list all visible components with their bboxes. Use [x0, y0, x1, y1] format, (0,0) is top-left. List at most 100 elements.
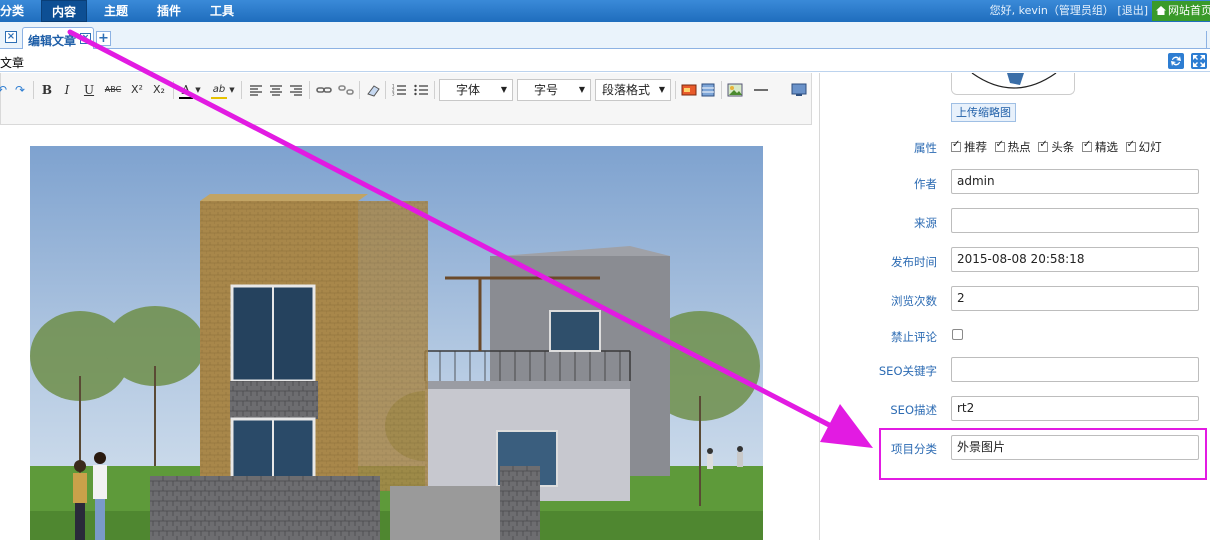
attributes-checkboxes: 推荐 热点 头条 精选 幻灯 — [951, 139, 1166, 155]
chevron-down-icon: ▼ — [578, 85, 585, 94]
publish-time-label: 发布时间 — [891, 255, 937, 269]
user-greeting-text: 您好, kevin（管理员组） — [989, 4, 1114, 17]
attr-headline-checkbox[interactable] — [1038, 139, 1049, 152]
attributes-label: 属性 — [914, 141, 937, 155]
highlight-button[interactable]: ab — [211, 81, 227, 99]
tabstrip-edge — [1206, 31, 1210, 49]
highlight-dropdown-icon[interactable]: ▼ — [229, 81, 235, 99]
toolbar-divider — [241, 81, 242, 99]
author-field[interactable]: admin — [951, 169, 1199, 194]
nav-item-theme[interactable]: 主题 — [104, 0, 128, 22]
thumbnail-image — [952, 73, 1074, 94]
editor-toolbar: ↶ ↷ B I U ABC X² X₂ A ▼ ab ▼ 123 字体 ▼ 字号 ▼ — [0, 73, 812, 125]
site-home-link[interactable]: 网站首页 — [1152, 1, 1210, 21]
svg-text:3: 3 — [392, 92, 395, 97]
toolbar-divider — [385, 81, 386, 99]
page-title: 文章 — [0, 56, 25, 70]
insert-picture-icon[interactable] — [727, 81, 743, 99]
toolbar-divider — [359, 81, 360, 99]
strikethrough-button[interactable]: ABC — [103, 81, 123, 99]
link-icon[interactable] — [316, 81, 332, 99]
preview-icon[interactable] — [791, 81, 807, 99]
seo-keywords-field[interactable] — [951, 357, 1199, 382]
nav-item-content[interactable]: 内容 — [41, 0, 88, 22]
article-properties-panel: 上传缩略图 属性 推荐 热点 头条 精选 幻灯 作者 admin 来源 发布时间… — [821, 73, 1210, 540]
author-label: 作者 — [914, 177, 937, 191]
font-size-select[interactable]: 字号 ▼ — [517, 79, 591, 101]
attr-hot-label: 热点 — [1007, 140, 1031, 154]
nav-item-category[interactable]: 分类 — [0, 0, 24, 22]
disable-comment-label: 禁止评论 — [891, 330, 937, 344]
fullscreen-icon[interactable] — [1191, 53, 1207, 69]
redo-icon[interactable]: ↷ — [14, 81, 26, 99]
superscript-button[interactable]: X² — [129, 81, 145, 99]
font-family-select[interactable]: 字体 ▼ — [439, 79, 513, 101]
insert-image-icon[interactable] — [681, 81, 697, 99]
paragraph-format-value: 段落格式 — [602, 83, 651, 97]
toolbar-divider — [309, 81, 310, 99]
attr-headline-label: 头条 — [1051, 140, 1075, 154]
source-label: 来源 — [914, 216, 937, 230]
toolbar-divider — [434, 81, 435, 99]
sub-header: 文章 — [0, 50, 1210, 72]
nav-item-plugins[interactable]: 插件 — [157, 0, 181, 22]
toolbar-divider — [173, 81, 174, 99]
unlink-icon[interactable] — [338, 81, 354, 99]
nav-item-tools[interactable]: 工具 — [210, 0, 234, 22]
chevron-down-icon: ▼ — [658, 85, 665, 94]
close-all-tabs-icon[interactable]: × — [5, 31, 17, 43]
top-nav-bar: 分类 内容 主题 插件 工具 您好, kevin（管理员组） [退出] 网站首页 — [0, 0, 1210, 22]
align-center-icon[interactable] — [269, 81, 283, 99]
italic-button[interactable]: I — [61, 81, 73, 99]
add-tab-button[interactable]: + — [96, 31, 111, 46]
article-image[interactable] — [30, 146, 763, 540]
source-field[interactable] — [951, 208, 1199, 233]
tab-label: 编辑文章 — [28, 34, 77, 48]
refresh-icon[interactable] — [1168, 53, 1184, 69]
user-greeting: 您好, kevin（管理员组） [退出] — [990, 0, 1148, 22]
seo-keywords-label: SEO关键字 — [878, 364, 937, 378]
attr-recommend-label: 推荐 — [964, 140, 987, 154]
font-size-value: 字号 — [534, 83, 559, 97]
seo-description-field[interactable]: rt2 — [951, 396, 1199, 421]
chevron-down-icon: ▼ — [500, 85, 507, 94]
attr-slideshow-checkbox[interactable] — [1125, 139, 1136, 152]
eraser-icon[interactable] — [365, 81, 381, 99]
horizontal-rule-icon[interactable] — [753, 81, 769, 99]
thumbnail-preview — [951, 73, 1075, 95]
publish-time-field[interactable]: 2015-08-08 20:58:18 — [951, 247, 1199, 272]
tab-close-icon[interactable]: × — [80, 33, 91, 44]
subscript-button[interactable]: X₂ — [151, 81, 167, 99]
insert-table-icon[interactable] — [701, 81, 715, 99]
editor-area: ↶ ↷ B I U ABC X² X₂ A ▼ ab ▼ 123 字体 ▼ 字号 ▼ — [0, 73, 820, 540]
toolbar-divider — [721, 81, 722, 99]
paragraph-format-select[interactable]: 段落格式 ▼ — [595, 79, 671, 101]
disable-comment-checkbox[interactable] — [952, 329, 963, 340]
attr-recommend-checkbox[interactable] — [951, 139, 961, 152]
tab-edit-article[interactable]: 编辑文章 × — [22, 27, 94, 49]
toolbar-divider — [33, 81, 34, 99]
logout-link[interactable]: [退出] — [1117, 4, 1148, 17]
tab-strip: × 编辑文章 × + — [0, 22, 1210, 49]
font-family-value: 字体 — [456, 83, 481, 97]
ordered-list-icon[interactable]: 123 — [391, 81, 407, 99]
attr-slideshow-label: 幻灯 — [1138, 140, 1162, 154]
annotation-highlight-box — [879, 428, 1207, 480]
font-color-button[interactable]: A — [179, 81, 193, 99]
attr-hot-checkbox[interactable] — [994, 139, 1005, 152]
upload-thumbnail-button[interactable]: 上传缩略图 — [951, 103, 1016, 122]
unordered-list-icon[interactable] — [413, 81, 429, 99]
toolbar-divider — [675, 81, 676, 99]
home-icon — [1156, 6, 1166, 15]
attr-featured-checkbox[interactable] — [1081, 139, 1092, 152]
attr-featured-label: 精选 — [1094, 140, 1118, 154]
views-label: 浏览次数 — [891, 294, 937, 308]
views-field[interactable]: 2 — [951, 286, 1199, 311]
editor-content[interactable] — [0, 125, 812, 540]
align-right-icon[interactable] — [289, 81, 303, 99]
bold-button[interactable]: B — [41, 81, 53, 99]
align-left-icon[interactable] — [249, 81, 263, 99]
font-color-dropdown-icon[interactable]: ▼ — [195, 81, 201, 99]
underline-button[interactable]: U — [83, 81, 95, 99]
undo-icon[interactable]: ↶ — [0, 81, 7, 99]
